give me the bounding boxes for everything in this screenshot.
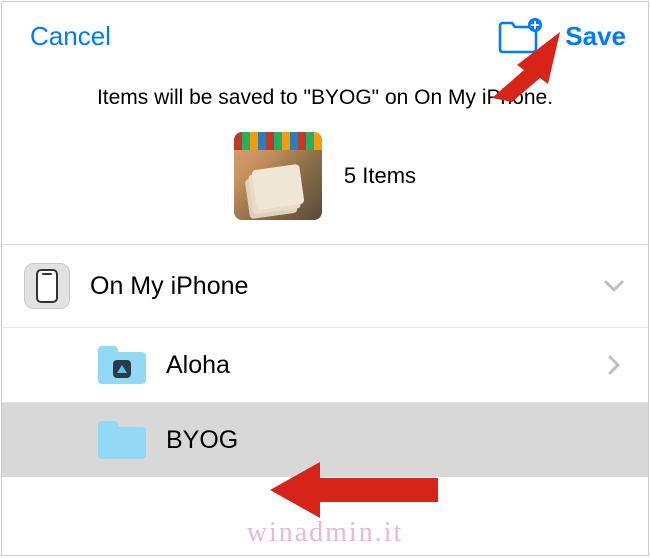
location-on-my-iphone[interactable]: On My iPhone <box>2 245 648 327</box>
location-label: On My iPhone <box>90 272 582 301</box>
watermark: winadmin.it <box>247 517 404 549</box>
chevron-right-icon <box>602 354 626 376</box>
location-list: On My iPhone Aloha BYOG <box>2 245 648 477</box>
toolbar: Cancel Save <box>2 2 648 70</box>
save-button[interactable]: Save <box>565 21 626 52</box>
destination-message: Items will be saved to "BYOG" on On My i… <box>32 86 618 110</box>
location-label: BYOG <box>166 426 582 455</box>
toolbar-actions: Save <box>497 17 626 55</box>
location-folder-aloha[interactable]: Aloha <box>2 327 648 402</box>
save-to-files-sheet: Cancel Save Items will be saved to "BYOG… <box>1 1 649 556</box>
preview-row: 5 Items <box>32 132 618 220</box>
items-count-label: 5 Items <box>344 163 416 189</box>
location-label: Aloha <box>166 351 582 380</box>
folder-icon <box>98 346 146 384</box>
folder-icon <box>98 421 146 459</box>
items-thumbnail <box>234 132 322 220</box>
iphone-icon <box>24 263 70 309</box>
cancel-button[interactable]: Cancel <box>30 21 111 52</box>
chevron-down-icon <box>602 279 626 293</box>
new-folder-icon[interactable] <box>497 17 543 55</box>
info-section: Items will be saved to "BYOG" on On My i… <box>2 70 648 244</box>
location-folder-byog[interactable]: BYOG <box>2 402 648 477</box>
